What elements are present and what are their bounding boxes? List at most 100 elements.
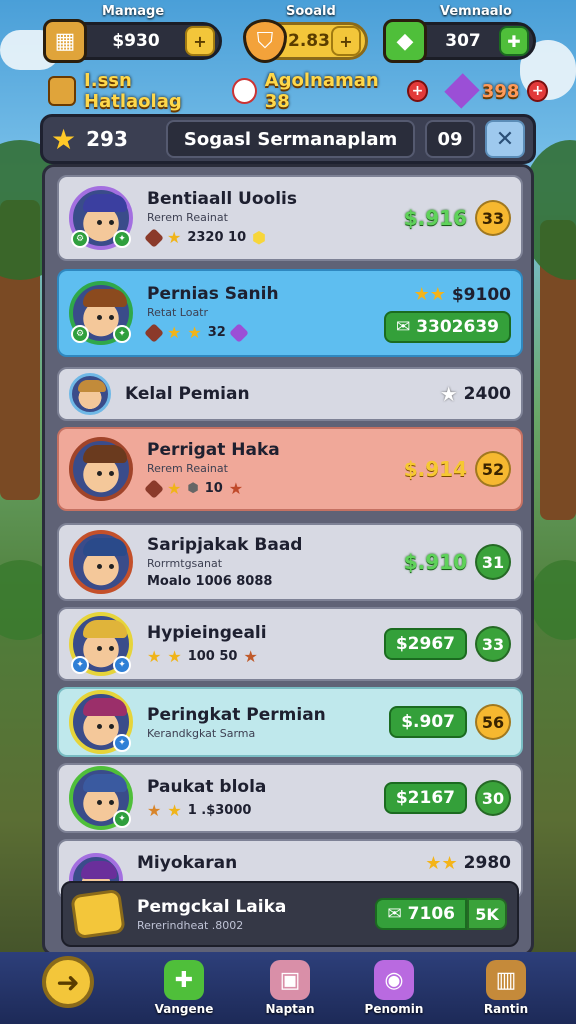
gem-resource: ◆ 307 ✚ — [383, 19, 536, 63]
player-sub: Rorrmtgsanat — [147, 557, 223, 570]
green-gem-icon: ◆ — [383, 19, 427, 63]
current-player-row[interactable]: Pemgckal Laika Rererindheat .8002 ✉ 7106 … — [61, 881, 519, 947]
player-stats: 2320 10 — [187, 230, 247, 245]
player-money: $.916 — [403, 206, 467, 230]
list-item[interactable]: Perrigat Haka Rerem Reainat ★ ⬢ 10 ★ $.914 … — [57, 427, 523, 511]
player-name: Pernias Sanih — [147, 284, 279, 304]
stars-value: $9100 — [451, 284, 511, 305]
reward-button[interactable]: $2167 — [383, 782, 467, 814]
player-name: Paukat blola — [147, 776, 267, 797]
gem-event-plus-button[interactable]: + — [527, 80, 549, 102]
avatar: ⚙ ✦ — [69, 186, 133, 250]
star-icon: ★ — [51, 122, 77, 156]
reward-button[interactable]: ✉ 7106 — [375, 898, 467, 930]
chest-icon — [48, 76, 77, 106]
rank-coin: 30 — [475, 780, 511, 816]
list-item[interactable]: ✦ Paukat blola ★ ★ 1 .$3000 $2167 30 — [57, 763, 523, 833]
nav-item-vangene[interactable]: ✚ Vangene — [144, 960, 224, 1016]
player-name: Miyokaran — [137, 853, 238, 873]
leaderboard-header: ★ 293 Sogasl Sermanaplam 09 ✕ — [40, 114, 536, 164]
nav-label: Rantin — [483, 1002, 529, 1016]
gem-plus-button[interactable]: ✚ — [499, 26, 529, 56]
avatar: ⚙ ✦ — [69, 281, 133, 345]
list-item[interactable]: ⚙ ✦ Bentiaall Uoolis Rerem Reainat ★ 2320 … — [57, 175, 523, 261]
shield-value: 2.83 — [288, 31, 330, 51]
list-item[interactable]: Saripjakak Baad Rorrmtgsanat Moalo 1006 … — [57, 523, 523, 601]
player-name: Peringkat Permian — [147, 704, 326, 725]
player-stats: Moalo 1006 8088 — [147, 574, 273, 589]
nav-label: Naptan — [265, 1002, 315, 1016]
list-item[interactable]: ✦ ✦ Hypieingeali ★ ★ 100 50 ★ $2967 33 — [57, 607, 523, 681]
rank-coin: 33 — [475, 626, 511, 662]
player-sub: Rererindheat .8002 — [137, 918, 244, 932]
nav-label: Vangene — [154, 1002, 214, 1016]
back-button[interactable]: ➜ — [42, 956, 94, 1008]
player-money: $.910 — [403, 550, 467, 574]
player-name: Kelal Pemian — [125, 384, 250, 404]
player-money: $.914 — [403, 457, 467, 481]
trophy-icon — [70, 888, 126, 940]
list-item[interactable]: Kelal Pemian ★ 2400 — [57, 367, 523, 421]
rank-coin: 52 — [475, 451, 511, 487]
event-plus-button[interactable]: + — [407, 80, 428, 102]
header-score: 293 — [86, 127, 128, 151]
resource-label-3: Vemnaalo — [440, 4, 512, 19]
close-button[interactable]: ✕ — [485, 120, 525, 158]
event-left-text: I.ssn Hatlaolag — [84, 70, 182, 112]
controller-icon: ✚ — [164, 960, 204, 1000]
player-sub: Rerem Reainat — [147, 462, 228, 475]
nav-item-rantin[interactable]: ▥ Rantin — [466, 960, 546, 1016]
avatar: ✦ — [69, 690, 133, 754]
player-stats: 1 .$3000 — [187, 802, 252, 818]
rank-coin: 31 — [475, 544, 511, 580]
gold-plus-button[interactable]: + — [185, 26, 215, 56]
gold-value: $930 — [112, 31, 160, 51]
avatar — [69, 530, 133, 594]
header-count: 09 — [425, 120, 475, 158]
leaderboard-title: Sogasl Sermanaplam — [166, 120, 415, 158]
reward-button[interactable]: ✉ 3302639 — [383, 310, 511, 343]
resource-label-2: Sooald — [286, 4, 336, 19]
player-value: 2400 — [463, 384, 511, 404]
player-sub: Retat Loatr — [147, 306, 209, 319]
player-stats: 10 — [204, 481, 223, 496]
reward-button[interactable]: $.907 — [389, 706, 467, 738]
player-name: Saripjakak Baad — [147, 535, 303, 555]
treasure-box-icon: ▣ — [270, 960, 310, 1000]
gem-value: 307 — [445, 31, 481, 51]
list-item[interactable]: ⚙ ✦ Pernias Sanih Retat Loatr ★ ★ 32 ★★ $910… — [57, 269, 523, 357]
player-name: Bentiaall Uoolis — [147, 189, 297, 209]
nav-label: Penomin — [364, 1002, 424, 1016]
rank-coin: 5K — [467, 898, 507, 930]
player-stats: 32 — [207, 325, 226, 340]
list-item[interactable]: ✦ Peringkat Permian Kerandkgkat Sarma $.… — [57, 687, 523, 757]
nav-item-penomin[interactable]: ◉ Penomin — [354, 960, 434, 1016]
reward-button[interactable]: $2967 — [383, 628, 467, 660]
purple-gem-icon — [444, 73, 480, 109]
event-right-text: Agolnaman 38 — [264, 70, 379, 112]
avatar — [69, 437, 133, 501]
player-name: Perrigat Haka — [147, 440, 280, 460]
leaderboard-list[interactable]: ⚙ ✦ Bentiaall Uoolis Rerem Reainat ★ 2320 … — [42, 164, 534, 956]
gold-crate-icon: ▦ — [43, 19, 87, 63]
timer-icon — [232, 78, 257, 104]
resource-bar: Mamage Sooald Vemnaalo ▦ $930 + ⛉ 2.83 +… — [0, 0, 576, 80]
avatar: ✦ — [69, 766, 133, 830]
shield-icon: ⛉ — [243, 19, 287, 63]
event-gem-value: 398 — [481, 80, 520, 102]
resource-label-1: Mamage — [102, 4, 165, 19]
shield-plus-button[interactable]: + — [331, 26, 361, 56]
player-name: Hypieingeali — [147, 622, 267, 643]
menu-book-icon: ▥ — [486, 960, 526, 1000]
player-stats: 100 50 — [187, 648, 238, 664]
avatar: ✦ ✦ — [69, 612, 133, 676]
player-sub: Kerandkgkat Sarma — [147, 726, 256, 740]
rank-coin: 33 — [475, 200, 511, 236]
shop-icon: ◉ — [374, 960, 414, 1000]
event-bar: I.ssn Hatlaolag Agolnaman 38 + 398 + — [48, 70, 549, 112]
player-sub: Rerem Reainat — [147, 211, 228, 224]
nav-item-naptan[interactable]: ▣ Naptan — [250, 960, 330, 1016]
gold-resource: ▦ $930 + — [43, 19, 222, 63]
shield-resource: ⛉ 2.83 + — [243, 19, 368, 63]
avatar — [69, 373, 111, 415]
